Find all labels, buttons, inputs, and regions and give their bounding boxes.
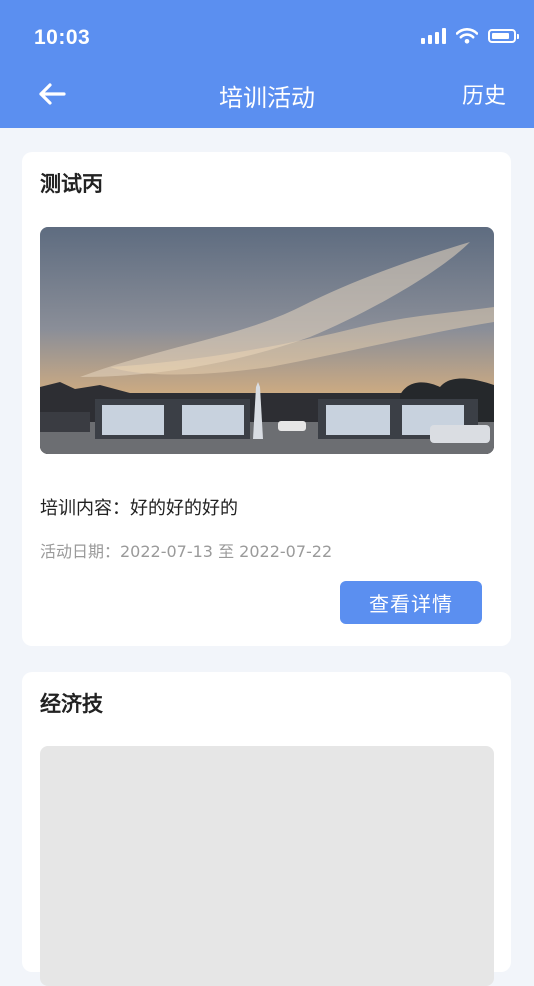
activity-image (40, 227, 494, 454)
battery-icon (488, 29, 519, 43)
activity-card[interactable]: 测试丙 培训内容：好的好的好的 活动日期：2022-07-13 至 2022-0… (22, 152, 511, 646)
activity-card[interactable]: 经济技 (22, 672, 511, 986)
status-icons (421, 28, 519, 44)
activity-date: 活动日期：2022-07-13 至 2022-07-22 (40, 542, 333, 561)
nav-bar: 培训活动 历史 (0, 66, 534, 122)
page-title: 培训活动 (219, 84, 315, 112)
activity-title: 经济技 (40, 692, 103, 716)
status-time: 10:03 (34, 26, 91, 49)
wifi-icon (456, 28, 478, 44)
app-header: 10:03 培训活动 历史 (0, 0, 534, 128)
activity-title: 测试丙 (40, 172, 103, 196)
cellular-signal-icon (421, 28, 446, 44)
status-bar: 10:03 (0, 0, 534, 70)
history-button[interactable]: 历史 (462, 78, 506, 110)
image-placeholder (40, 746, 494, 986)
training-content: 培训内容：好的好的好的 (40, 498, 238, 519)
view-details-button[interactable]: 查看详情 (340, 581, 482, 624)
